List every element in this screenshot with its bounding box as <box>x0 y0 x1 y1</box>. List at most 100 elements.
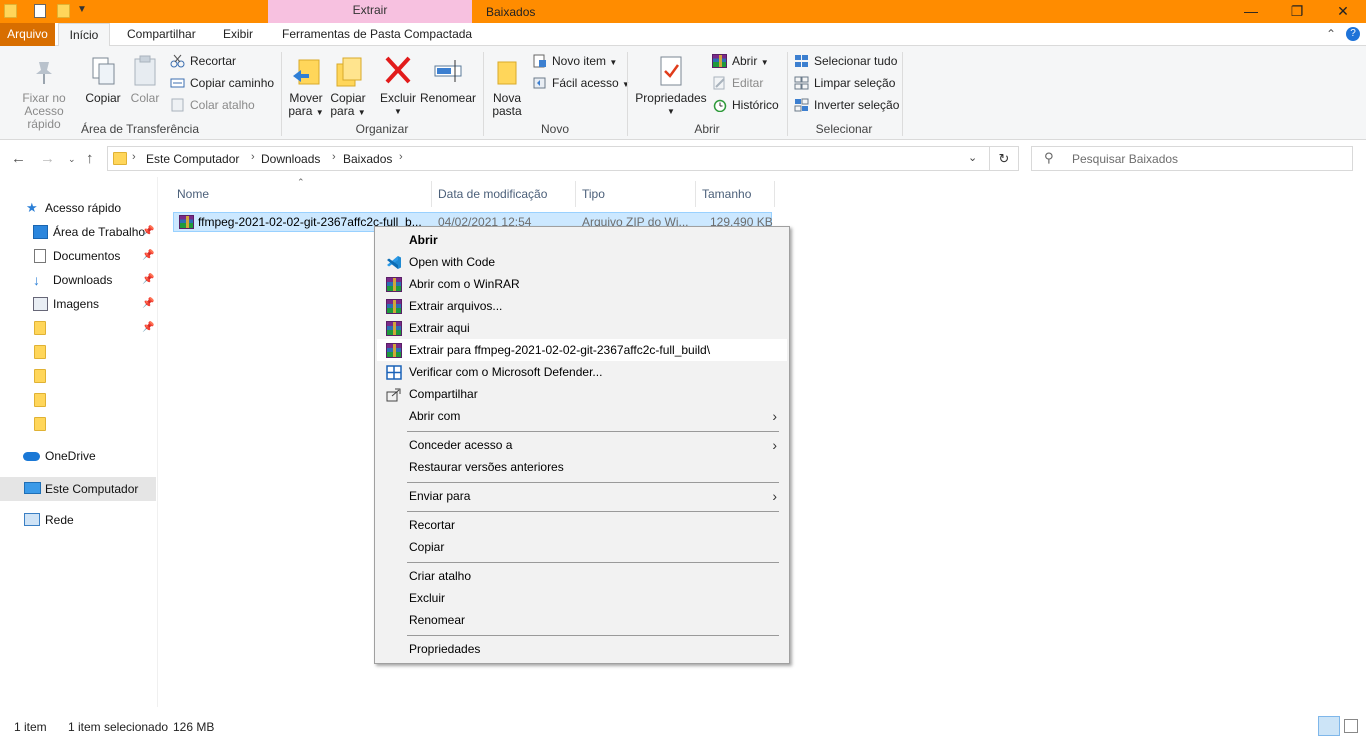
pin-icon[interactable]: 📌 <box>142 269 154 291</box>
column-divider[interactable] <box>431 181 432 207</box>
search-input[interactable]: ⚲ Pesquisar Baixados <box>1031 146 1353 171</box>
breadcrumb-chevron-icon[interactable]: › <box>251 151 255 163</box>
up-arrow-icon[interactable]: ↑ <box>86 150 94 167</box>
sidebar-item-folder[interactable]: 📌 <box>0 317 156 339</box>
breadcrumb-downloads[interactable]: Downloads <box>261 152 320 166</box>
menu-item-cut[interactable]: Recortar <box>377 514 787 536</box>
menu-item-defender-scan[interactable]: Verificar com o Microsoft Defender... <box>377 361 787 383</box>
tab-view[interactable]: Exibir <box>215 23 261 46</box>
select-all-button[interactable]: Selecionar tudo <box>794 51 897 71</box>
sidebar-item-pictures[interactable]: Imagens 📌 <box>0 293 156 315</box>
menu-item-share[interactable]: Compartilhar <box>377 383 787 405</box>
large-icons-view-icon[interactable] <box>1344 719 1358 733</box>
paste-shortcut-button[interactable]: Colar atalho <box>170 95 255 115</box>
column-header-type[interactable]: Tipo <box>582 187 605 201</box>
pin-icon[interactable]: 📌 <box>142 221 154 243</box>
history-button[interactable]: Histórico <box>712 95 779 115</box>
menu-item-extract-files[interactable]: Extrair arquivos... <box>377 295 787 317</box>
sidebar-item-network[interactable]: Rede <box>0 509 156 531</box>
copy-to-button[interactable]: Copiar para ▼ <box>328 54 368 119</box>
back-arrow-icon[interactable]: ← <box>11 150 26 167</box>
minimize-button[interactable]: — <box>1228 0 1274 23</box>
tab-share[interactable]: Compartilhar <box>119 23 204 46</box>
menu-divider <box>407 635 779 636</box>
breadcrumb-this-pc[interactable]: Este Computador <box>146 152 239 166</box>
column-header-name[interactable]: Nome <box>177 187 209 201</box>
sidebar-item-onedrive[interactable]: OneDrive <box>0 445 156 467</box>
pin-icon[interactable]: 📌 <box>142 317 154 339</box>
customize-quick-access-icon[interactable]: ▼ <box>77 4 87 15</box>
sidebar-item-folder[interactable] <box>0 365 156 387</box>
menu-item-open[interactable]: Abrir <box>377 229 787 251</box>
column-divider[interactable] <box>695 181 696 207</box>
menu-item-properties[interactable]: Propriedades <box>377 638 787 660</box>
menu-item-rename[interactable]: Renomear <box>377 609 787 631</box>
move-to-button[interactable]: Mover para ▼ <box>286 54 326 119</box>
breadcrumb-chevron-icon[interactable]: › <box>399 151 403 163</box>
rename-button[interactable]: Renomear <box>420 54 476 105</box>
new-folder-quick-icon[interactable] <box>57 4 70 18</box>
cut-button[interactable]: Recortar <box>170 51 236 71</box>
menu-item-delete[interactable]: Excluir <box>377 587 787 609</box>
menu-item-create-shortcut[interactable]: Criar atalho <box>377 565 787 587</box>
easy-access-button[interactable]: Fácil acesso ▼ <box>532 73 630 93</box>
open-button[interactable]: Abrir ▼ <box>712 51 769 71</box>
sidebar-item-documents[interactable]: Documentos 📌 <box>0 245 156 267</box>
properties-quick-icon[interactable] <box>34 4 46 18</box>
copy-path-button[interactable]: Copiar caminho <box>170 73 274 93</box>
menu-item-restore-versions[interactable]: Restaurar versões anteriores <box>377 456 787 478</box>
sidebar-item-folder[interactable] <box>0 413 156 435</box>
column-header-size[interactable]: Tamanho <box>702 187 751 201</box>
close-button[interactable]: ✕ <box>1320 0 1366 23</box>
menu-item-copy[interactable]: Copiar <box>377 536 787 558</box>
pin-icon[interactable]: 📌 <box>142 293 154 315</box>
menu-item-open-with-code[interactable]: Open with Code <box>377 251 787 273</box>
details-view-icon[interactable] <box>1318 716 1340 736</box>
select-none-label: Limpar seleção <box>814 76 896 90</box>
column-divider[interactable] <box>575 181 576 207</box>
menu-item-open-winrar[interactable]: Abrir com o WinRAR <box>377 273 787 295</box>
breadcrumb-chevron-icon[interactable]: › <box>332 151 336 163</box>
help-icon[interactable]: ? <box>1346 27 1360 41</box>
menu-item-send-to[interactable]: Enviar para › <box>377 485 787 507</box>
address-dropdown-chevron-icon[interactable]: ⌄ <box>968 151 977 164</box>
sidebar-item-quick-access[interactable]: ★ Acesso rápido <box>0 197 156 219</box>
forward-arrow-icon[interactable]: → <box>40 150 55 167</box>
new-item-button[interactable]: Novo item ▼ <box>532 51 617 71</box>
paste-button[interactable]: Colar <box>126 54 164 105</box>
menu-item-open-with[interactable]: Abrir com › <box>377 405 787 427</box>
menu-item-give-access[interactable]: Conceder acesso a › <box>377 434 787 456</box>
sidebar-item-folder[interactable] <box>0 341 156 363</box>
sidebar-item-desktop[interactable]: Área de Trabalho 📌 <box>0 221 156 243</box>
pin-icon[interactable]: 📌 <box>142 245 154 267</box>
column-header-modified[interactable]: Data de modificação <box>438 187 547 201</box>
properties-button[interactable]: Propriedades ▼ <box>634 54 708 118</box>
breadcrumb-baixados[interactable]: Baixados <box>343 152 392 166</box>
address-bar[interactable]: › Este Computador › Downloads › Baixados… <box>107 146 990 171</box>
maximize-button[interactable]: ❐ <box>1274 0 1320 23</box>
menu-item-extract-to[interactable]: Extrair para ffmpeg-2021-02-02-git-2367a… <box>377 339 787 361</box>
copy-button[interactable]: Copiar <box>84 54 122 105</box>
open-label: Abrir <box>732 54 758 68</box>
status-selected-size: 126 MB <box>173 720 215 734</box>
select-group-label: Selecionar <box>815 122 873 136</box>
status-selected-count: 1 item selecionado <box>68 720 169 734</box>
collapse-ribbon-icon[interactable]: ⌃ <box>1326 27 1336 41</box>
tab-compressed-tools[interactable]: Ferramentas de Pasta Compactada <box>274 23 480 46</box>
new-folder-button[interactable]: Nova pasta <box>490 54 524 118</box>
breadcrumb-chevron-icon[interactable]: › <box>132 151 136 163</box>
sidebar-item-downloads[interactable]: ↓ Downloads 📌 <box>0 269 156 291</box>
tab-file[interactable]: Arquivo <box>0 23 55 46</box>
sidebar-item-folder[interactable] <box>0 389 156 411</box>
invert-selection-button[interactable]: Inverter seleção <box>794 95 899 115</box>
recent-locations-chevron-icon[interactable]: ⌄ <box>68 154 76 165</box>
delete-button[interactable]: Excluir ▼ <box>378 54 418 118</box>
sidebar-item-this-pc[interactable]: Este Computador <box>0 477 156 501</box>
edit-button[interactable]: Editar <box>712 73 763 93</box>
menu-item-extract-here[interactable]: Extrair aqui <box>377 317 787 339</box>
pin-quick-access-button[interactable]: Fixar no Acesso rápido <box>6 54 82 131</box>
select-none-button[interactable]: Limpar seleção <box>794 73 895 93</box>
refresh-icon[interactable]: ↻ <box>989 146 1019 171</box>
column-divider[interactable] <box>774 181 775 207</box>
tab-home[interactable]: Início <box>58 23 110 47</box>
